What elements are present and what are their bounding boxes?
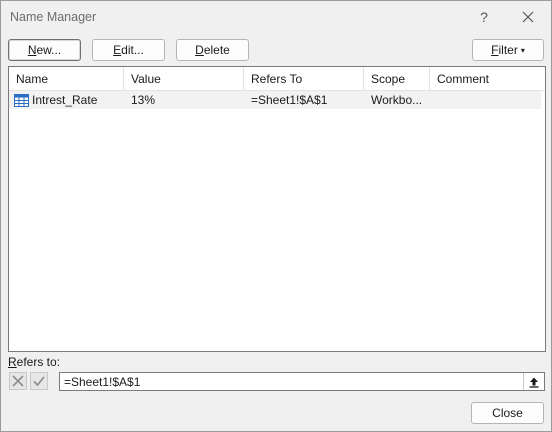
name-manager-dialog: Name Manager ? New... Edit... Delete Fil… [0, 0, 552, 432]
title-bar: Name Manager ? [1, 1, 551, 33]
cell-comment [430, 91, 541, 109]
commit-edit-button[interactable] [30, 372, 48, 390]
list-header: Name Value Refers To Scope Comment [9, 67, 545, 91]
cell-refers-to: =Sheet1!$A$1 [251, 93, 328, 107]
filter-button[interactable]: Filter ▾ [472, 39, 544, 61]
new-button[interactable]: New... [8, 39, 81, 61]
column-header-refers-to[interactable]: Refers To [244, 67, 364, 91]
column-header-comment[interactable]: Comment [430, 67, 543, 91]
chevron-down-icon: ▾ [520, 45, 525, 55]
names-list[interactable]: Name Value Refers To Scope Comment Intre… [8, 66, 546, 352]
column-header-scope[interactable]: Scope [364, 67, 430, 91]
close-button[interactable]: Close [471, 402, 544, 424]
named-range-icon [14, 93, 29, 107]
refers-to-input[interactable]: =Sheet1!$A$1 [59, 372, 545, 391]
help-icon: ? [480, 9, 488, 25]
column-header-value[interactable]: Value [124, 67, 244, 91]
cancel-edit-button[interactable] [9, 372, 27, 390]
dialog-title: Name Manager [10, 10, 97, 24]
help-button[interactable]: ? [471, 5, 497, 29]
cell-value: 13% [131, 93, 156, 107]
cell-scope: Workbo... [371, 93, 423, 107]
checkmark-icon [33, 376, 45, 387]
list-item[interactable]: Intrest_Rate 13% =Sheet1!$A$1 Workbo... [9, 91, 541, 109]
range-select-icon [529, 377, 539, 388]
edit-button[interactable]: Edit... [92, 39, 165, 61]
collapse-dialog-button[interactable] [523, 373, 544, 390]
delete-button[interactable]: Delete [176, 39, 249, 61]
cell-name: Intrest_Rate [9, 91, 124, 109]
close-icon [522, 11, 534, 23]
column-header-name[interactable]: Name [9, 67, 124, 91]
cancel-x-icon [12, 375, 24, 387]
refers-to-label: Refers to: [8, 355, 61, 369]
close-window-button[interactable] [515, 5, 541, 29]
